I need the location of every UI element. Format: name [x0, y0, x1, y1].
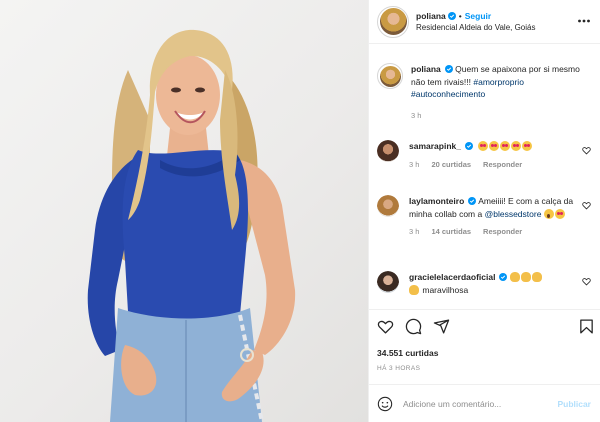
author-avatar[interactable] — [377, 5, 409, 38]
caption-time[interactable]: 3 h — [411, 110, 421, 123]
comments-list[interactable]: poliana Quem se apaixona por si mesmo nã… — [369, 45, 600, 309]
verified-badge-icon — [444, 65, 453, 73]
post-location[interactable]: Residencial Aldeia do Vale, Goiás — [416, 22, 535, 34]
more-options-icon[interactable] — [577, 14, 591, 28]
verified-badge-icon — [464, 142, 473, 150]
reply-button[interactable]: Responder — [483, 159, 522, 172]
verified-badge-icon — [447, 11, 456, 20]
post-photo[interactable] — [0, 0, 368, 422]
publish-button[interactable]: Publicar — [557, 399, 591, 409]
comment-row: gracielelacerdaoficial maravilhosa — [377, 271, 595, 296]
clap-emoji-icon — [409, 284, 419, 295]
follow-button[interactable]: Seguir — [465, 11, 491, 21]
caption-username[interactable]: poliana — [411, 64, 441, 74]
heart-eyes-emoji-icon — [489, 141, 500, 151]
like-count[interactable]: 34.551 curtidas — [377, 348, 438, 358]
post-time[interactable]: HÁ 3 HORAS — [377, 365, 420, 372]
like-comment-icon[interactable] — [582, 146, 591, 155]
heart-eyes-emoji-icon — [522, 141, 533, 151]
clap-emoji-icon — [520, 272, 531, 282]
comment-icon[interactable] — [405, 318, 422, 335]
commenter-username[interactable]: samarapink_ — [409, 141, 461, 151]
scream-emoji-icon — [543, 208, 554, 219]
share-icon[interactable] — [433, 318, 450, 335]
heart-eyes-emoji-icon — [500, 141, 511, 151]
comment-emojis — [478, 141, 533, 151]
reply-button[interactable]: Responder — [483, 226, 522, 239]
comment-row: samarapink_ 3 h 20 curtidas Responder — [377, 140, 595, 171]
caption-avatar[interactable] — [377, 63, 403, 89]
hashtag-amorproprio[interactable]: #amorproprio — [473, 77, 524, 87]
heart-eyes-emoji-icon — [478, 141, 489, 151]
comment-likes[interactable]: 14 curtidas — [431, 226, 471, 239]
comment-time[interactable]: 3 h — [409, 226, 419, 239]
comment-likes[interactable]: 20 curtidas — [431, 159, 471, 172]
author-info: poliana • Seguir Residencial Aldeia do Val… — [416, 10, 535, 34]
heart-icon[interactable] — [377, 318, 394, 335]
instagram-post: poliana • Seguir Residencial Aldeia do Val… — [0, 0, 600, 422]
author-username[interactable]: poliana — [416, 11, 446, 21]
comment-text: maravilhosa — [422, 284, 469, 295]
heart-eyes-emoji-icon — [511, 141, 522, 151]
post-side-panel: poliana • Seguir Residencial Aldeia do Val… — [368, 0, 600, 422]
comment-row: laylamonteiro Ameiiii! E com a calça da … — [377, 195, 595, 239]
heart-eyes-emoji-icon — [554, 208, 565, 219]
like-comment-icon[interactable] — [582, 277, 591, 286]
commenter-avatar[interactable] — [377, 140, 399, 162]
commenter-avatar[interactable] — [377, 195, 399, 217]
mention-link[interactable]: @blessedstore — [485, 209, 542, 219]
verified-badge-icon — [499, 273, 508, 281]
clap-emoji-icon — [509, 272, 520, 282]
like-comment-icon[interactable] — [582, 201, 591, 210]
commenter-username[interactable]: gracielelacerdaoficial — [409, 272, 495, 282]
verified-badge-icon — [468, 197, 477, 205]
commenter-avatar[interactable] — [377, 271, 399, 293]
photo-illustration — [87, 29, 296, 422]
post-header: poliana • Seguir Residencial Aldeia do Val… — [369, 0, 600, 44]
clap-emoji-icon — [531, 272, 542, 282]
comment-composer: Publicar — [369, 384, 600, 422]
commenter-username[interactable]: laylamonteiro — [409, 196, 464, 206]
caption: poliana Quem se apaixona por si mesmo nã… — [377, 63, 595, 122]
bookmark-icon[interactable] — [578, 318, 595, 335]
comment-time[interactable]: 3 h — [409, 159, 419, 172]
comment-input[interactable] — [403, 398, 553, 409]
separator-dot: • — [458, 10, 462, 21]
emoji-picker-icon[interactable] — [377, 396, 393, 412]
post-actions: 34.551 curtidas HÁ 3 HORAS — [369, 309, 600, 384]
hashtag-autoconhecimento[interactable]: #autoconhecimento — [411, 89, 485, 99]
